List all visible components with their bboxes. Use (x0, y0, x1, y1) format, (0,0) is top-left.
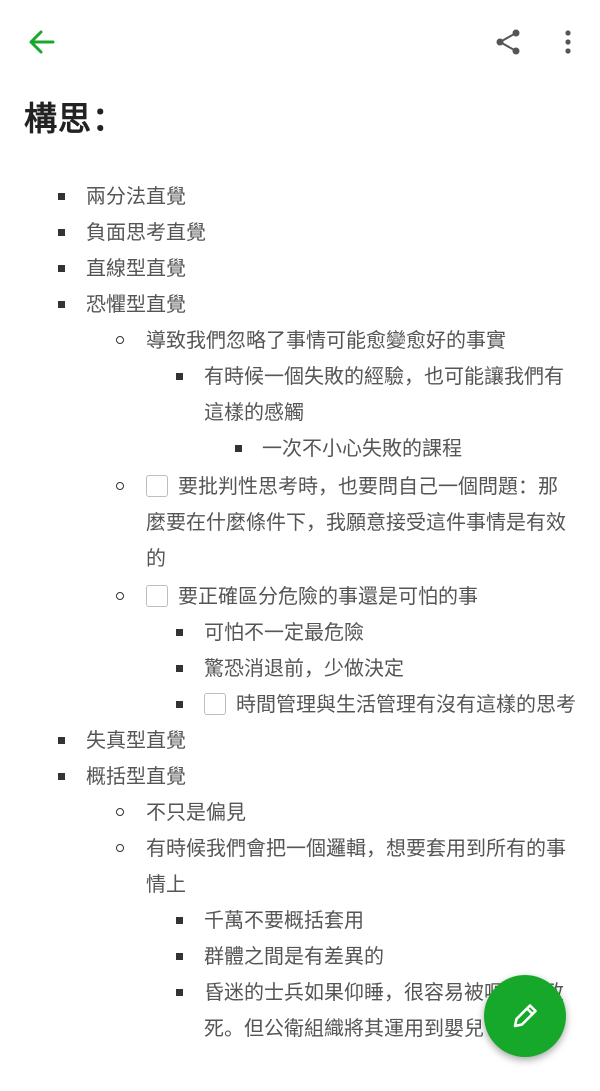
list-item[interactable]: 恐懼型直覺 導致我們忽略了事情可能愈變愈好的事實 有時候一個失敗的經驗，也可能讓… (0, 286, 600, 722)
back-button[interactable] (22, 22, 62, 62)
list-item-text: 可怕不一定最危險 (204, 620, 364, 644)
checklist-item[interactable]: 要批判性思考時，也要問自己一個問題：那麼要在什麼條件下，我願意接受這件事情是有效… (0, 468, 600, 576)
list-item-text: 概括型直覺 (86, 764, 186, 788)
arrow-left-icon (29, 30, 55, 54)
list-item[interactable]: 一次不小心失敗的課程 (0, 430, 600, 466)
list-item[interactable]: 負面思考直覺 (0, 214, 600, 250)
sub-list: 一次不小心失敗的課程 (0, 430, 600, 466)
list-item-text: 恐懼型直覺 (86, 292, 186, 316)
checklist-item[interactable]: 時間管理與生活管理有沒有這樣的思考 (0, 686, 600, 722)
checkbox[interactable] (146, 475, 168, 497)
list-item-text: 要正確區分危險的事還是可怕的事 (178, 584, 478, 608)
list-item-text: 驚恐消退前，少做決定 (204, 656, 404, 680)
share-icon (496, 29, 520, 55)
list-item-text: 不只是偏見 (146, 800, 246, 824)
list-item-text: 直線型直覺 (86, 256, 186, 280)
more-vertical-icon (565, 30, 571, 54)
list-item-text: 失真型直覺 (86, 728, 186, 752)
list-item-text: 兩分法直覺 (86, 184, 186, 208)
share-button[interactable] (488, 22, 528, 62)
list-item[interactable]: 驚恐消退前，少做決定 (0, 650, 600, 686)
list-item-text: 時間管理與生活管理有沒有這樣的思考 (236, 692, 576, 716)
list-item[interactable]: 可怕不一定最危險 (0, 614, 600, 650)
list-item-text: 導致我們忽略了事情可能愈變愈好的事實 (146, 328, 506, 352)
list-item-text: 負面思考直覺 (86, 220, 206, 244)
list-item-text: 有時候我們會把一個邏輯，想要套用到所有的事情上 (146, 836, 566, 896)
list-item[interactable]: 群體之間是有差異的 (0, 938, 600, 974)
list-item[interactable]: 有時候一個失敗的經驗，也可能讓我們有這樣的感觸 一次不小心失敗的課程 (0, 358, 600, 466)
note-body[interactable]: 兩分法直覺 負面思考直覺 直線型直覺 恐懼型直覺 導致我們忽略了事情可能愈變愈好… (0, 178, 600, 1046)
list-item[interactable]: 不只是偏見 (0, 794, 600, 830)
list-item-text: 群體之間是有差異的 (204, 944, 384, 968)
list-item[interactable]: 導致我們忽略了事情可能愈變愈好的事實 有時候一個失敗的經驗，也可能讓我們有這樣的… (0, 322, 600, 466)
checkbox[interactable] (146, 585, 168, 607)
sub-list: 導致我們忽略了事情可能愈變愈好的事實 有時候一個失敗的經驗，也可能讓我們有這樣的… (0, 322, 600, 722)
list-item[interactable]: 千萬不要概括套用 (0, 902, 600, 938)
list-item-text: 要批判性思考時，也要問自己一個問題：那麼要在什麼條件下，我願意接受這件事情是有效… (146, 474, 566, 570)
edit-fab-button[interactable] (484, 975, 566, 1057)
list-item[interactable]: 失真型直覺 (0, 722, 600, 758)
note-title[interactable]: 構思： (24, 92, 126, 140)
list-item-text: 一次不小心失敗的課程 (262, 436, 462, 460)
top-app-bar (0, 0, 600, 84)
sub-list: 有時候一個失敗的經驗，也可能讓我們有這樣的感觸 一次不小心失敗的課程 (0, 358, 600, 466)
checkbox[interactable] (204, 693, 226, 715)
list-item[interactable]: 兩分法直覺 (0, 178, 600, 214)
checklist-item[interactable]: 要正確區分危險的事還是可怕的事 可怕不一定最危險 驚恐消退前，少做決定 時間管理… (0, 578, 600, 722)
list-item-text: 千萬不要概括套用 (204, 908, 364, 932)
sub-list: 可怕不一定最危險 驚恐消退前，少做決定 時間管理與生活管理有沒有這樣的思考 (0, 614, 600, 722)
list-item[interactable]: 直線型直覺 (0, 250, 600, 286)
pencil-icon (513, 1004, 537, 1028)
more-options-button[interactable] (548, 22, 588, 62)
list-item-text: 有時候一個失敗的經驗，也可能讓我們有這樣的感觸 (204, 364, 564, 424)
bullet-list: 兩分法直覺 負面思考直覺 直線型直覺 恐懼型直覺 導致我們忽略了事情可能愈變愈好… (0, 178, 600, 1046)
